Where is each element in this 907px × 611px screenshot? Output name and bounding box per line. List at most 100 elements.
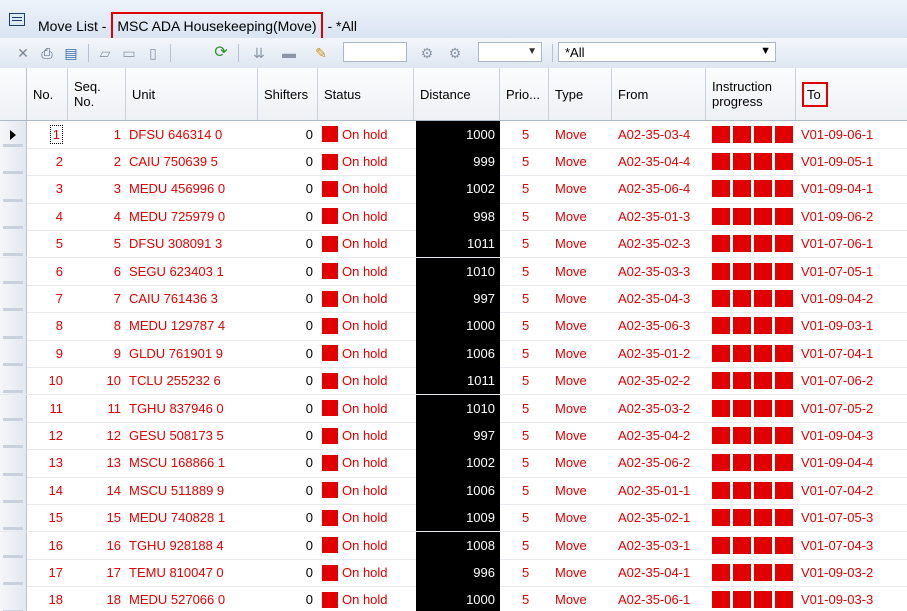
table-row[interactable]: 4 4 MEDU 725979 0 0 On hold 998 5 Move A02-35-01…	[0, 202, 907, 232]
cell-unit: DFSU 308091 3	[129, 236, 223, 252]
header-type[interactable]: Type	[549, 68, 612, 120]
cell-status: On hold	[318, 340, 414, 367]
table-row[interactable]: 7 7 CAIU 761436 3 0 On hold 997 5 Move A02-35-04…	[0, 284, 907, 314]
status-on-hold-icon	[322, 290, 338, 307]
filter-icon[interactable]: ⇊	[250, 45, 268, 61]
cell-unit: TGHU 837946 0	[129, 400, 224, 416]
row-selector[interactable]	[0, 284, 27, 313]
sequence-icon[interactable]: ✎	[312, 45, 330, 61]
row-selector[interactable]	[0, 257, 27, 285]
progress-step-1	[712, 481, 730, 499]
table-row[interactable]: 3 3 MEDU 456996 0 0 On hold 1002 5 Move A02-35-0…	[0, 175, 907, 204]
vessel2-icon[interactable]: ⚙	[446, 45, 464, 61]
cell-type: Move	[555, 400, 587, 416]
progress-step-4	[775, 180, 793, 198]
cell-to: V01-09-05-1	[801, 154, 874, 170]
status-on-hold-icon	[322, 400, 338, 417]
header-distance[interactable]: Distance	[414, 68, 500, 120]
header-status[interactable]: Status	[318, 68, 414, 120]
row-selector[interactable]	[0, 120, 27, 148]
row-selector[interactable]	[0, 449, 27, 477]
cell-unit: GESU 508173 5	[129, 428, 224, 444]
table-row[interactable]: 6 6 SEGU 623403 1 0 On hold 1010 5 Move A02-35-0…	[0, 257, 907, 286]
table-row[interactable]: 16 16 TGHU 928188 4 0 On hold 1008 5 Move A02-35…	[0, 531, 907, 560]
cell-type: Move	[555, 345, 587, 361]
progress-step-4	[775, 481, 793, 499]
export-icon[interactable]: ▤	[62, 45, 80, 61]
edit-icon[interactable]: ▭	[120, 45, 138, 61]
header-no[interactable]: No.	[27, 68, 68, 120]
row-selector[interactable]	[0, 175, 27, 203]
print-icon[interactable]: ⎙	[38, 45, 56, 61]
table-row[interactable]: 8 8 MEDU 129787 4 0 On hold 1000 5 Move A02-35-0…	[0, 312, 907, 341]
table-row[interactable]: 1 1 DFSU 646314 0 0 On hold 1000 5 Move A02-35-0…	[0, 120, 907, 149]
status-on-hold-icon	[322, 345, 338, 362]
progress-step-1	[712, 564, 730, 582]
status-on-hold-icon	[322, 235, 338, 252]
progress-step-3	[754, 344, 772, 362]
progress-step-3	[754, 153, 772, 171]
table-row[interactable]: 9 9 GLDU 761901 9 0 On hold 1006 5 Move A02-35-0…	[0, 339, 907, 369]
row-selector[interactable]	[0, 367, 27, 395]
table-row[interactable]: 12 12 GESU 508173 5 0 On hold 997 5 Move A02-35-…	[0, 421, 907, 451]
header-unit[interactable]: Unit	[126, 68, 258, 120]
header-seq-no[interactable]: Seq. No.	[68, 68, 126, 120]
header-from[interactable]: From	[612, 68, 706, 120]
table-row[interactable]: 13 13 MSCU 168866 1 0 On hold 1002 5 Move A02-35…	[0, 449, 907, 478]
progress-step-3	[754, 207, 772, 225]
table-row[interactable]: 14 14 MSCU 511889 9 0 On hold 1006 5 Move A02-35…	[0, 476, 907, 506]
delete-icon[interactable]: ▯	[144, 45, 162, 61]
cell-from: A02-35-03-2	[618, 400, 691, 416]
row-selector[interactable]	[0, 339, 27, 368]
row-selector[interactable]	[0, 558, 27, 587]
cell-status: On hold	[318, 203, 414, 230]
table-row[interactable]: 5 5 DFSU 308091 3 0 On hold 1011 5 Move A02-35-0…	[0, 230, 907, 259]
cell-shifters: 0	[305, 482, 313, 498]
table-row[interactable]: 2 2 CAIU 750639 5 0 On hold 999 5 Move A02-35-04…	[0, 147, 907, 177]
cell-status: On hold	[318, 559, 414, 586]
open-icon[interactable]: ▱	[96, 45, 114, 61]
status-on-hold-icon	[322, 208, 338, 225]
table-row[interactable]: 17 17 TEMU 810047 0 0 On hold 996 5 Move A02-35-…	[0, 558, 907, 588]
window-title: Move List - MSC ADA Housekeeping(Move) -…	[38, 12, 357, 40]
vessel-icon[interactable]: ⚙	[418, 45, 436, 61]
cell-no: 7	[55, 291, 63, 307]
row-selector[interactable]	[0, 394, 27, 422]
transfer-icon[interactable]: ▬	[280, 45, 298, 61]
row-selector[interactable]	[0, 504, 27, 532]
sequence-input[interactable]	[343, 42, 407, 62]
refresh-icon[interactable]: ⟳	[212, 45, 230, 61]
cell-status: On hold	[318, 148, 414, 175]
header-instruction-progress[interactable]: Instruction progress	[706, 68, 796, 120]
header-priority[interactable]: Prio...	[500, 68, 549, 120]
filter-combo[interactable]: *All ▼	[558, 42, 776, 62]
cell-seq: 1	[113, 126, 121, 142]
row-selector[interactable]	[0, 202, 27, 231]
progress-step-4	[775, 235, 793, 253]
row-selector[interactable]	[0, 147, 27, 176]
progress-step-3	[754, 372, 772, 390]
row-selector[interactable]	[0, 476, 27, 505]
header-to[interactable]: To	[796, 68, 907, 120]
row-selector[interactable]	[0, 531, 27, 559]
close-icon[interactable]: ✕	[14, 45, 32, 61]
cell-shifters: 0	[305, 345, 313, 361]
cell-distance: 1009	[416, 504, 500, 532]
row-selector[interactable]	[0, 586, 27, 611]
table-row[interactable]: 11 11 TGHU 837946 0 0 On hold 1010 5 Move A02-35…	[0, 394, 907, 423]
row-selector[interactable]	[0, 312, 27, 340]
table-row[interactable]: 10 10 TCLU 255232 6 0 On hold 1011 5 Move A02-35…	[0, 367, 907, 396]
table-row[interactable]: 18 18 MEDU 527066 0 0 On hold 1000 5 Move A02-35…	[0, 586, 907, 611]
table-row[interactable]: 15 15 MEDU 740828 1 0 On hold 1009 5 Move A02-35…	[0, 504, 907, 533]
view-combo[interactable]: ▼	[478, 42, 542, 62]
row-selector[interactable]	[0, 421, 27, 450]
cell-from: A02-35-02-1	[618, 510, 691, 526]
cell-distance: 999	[416, 147, 500, 176]
cell-instruction-progress	[706, 258, 796, 285]
row-selector[interactable]	[0, 230, 27, 258]
cell-from: A02-35-04-3	[618, 291, 691, 307]
cell-to: V01-09-03-1	[801, 318, 874, 334]
progress-step-3	[754, 180, 772, 198]
cell-from: A02-35-04-2	[618, 428, 691, 444]
header-shifters[interactable]: Shifters	[258, 68, 318, 120]
